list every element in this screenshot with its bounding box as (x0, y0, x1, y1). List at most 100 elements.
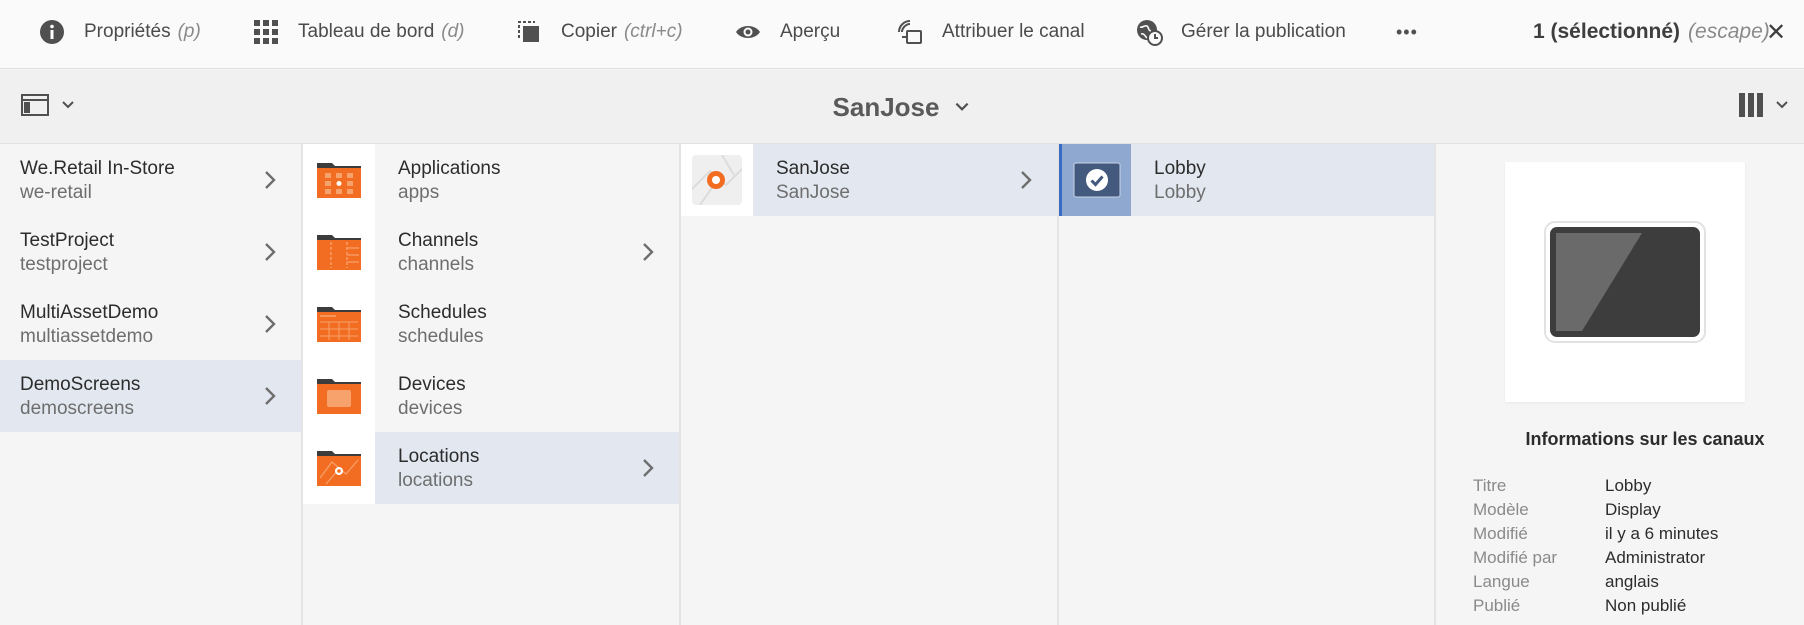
properties-button[interactable]: Propriétés (p) (38, 0, 201, 64)
grid-icon (252, 18, 280, 46)
list-item[interactable]: SanJose SanJose (681, 144, 1057, 216)
preview-button[interactable]: Aperçu (734, 0, 840, 64)
item-subtitle: demoscreens (20, 398, 135, 419)
title-bar: SanJose (0, 70, 1804, 144)
assign-channel-label: Attribuer le canal (942, 21, 1085, 42)
action-bar: Propriétés (p) Tableau de bord (d) Copie… (0, 0, 1804, 69)
property-list: Titre Lobby Modèle Display Modifié il y … (1473, 476, 1718, 620)
copy-button[interactable]: Copier (ctrl+c) (515, 0, 683, 64)
list-item[interactable]: We.Retail In-Store we-retail (0, 144, 301, 216)
channels-folder-icon (317, 235, 361, 270)
property-row: Modifié il y a 6 minutes (1473, 524, 1718, 548)
item-title: SanJose (776, 158, 850, 179)
folder-thumbnail (303, 432, 375, 504)
location-map-icon (692, 155, 742, 205)
property-key: Modèle (1473, 500, 1529, 519)
view-switcher-button[interactable] (1738, 92, 1790, 118)
item-subtitle: testproject (20, 254, 108, 275)
list-item[interactable]: MultiAssetDemo multiassetdemo (0, 288, 301, 360)
chevron-right-icon (643, 243, 654, 261)
item-title: TestProject (20, 230, 114, 251)
globe-clock-icon (1135, 18, 1163, 46)
chevron-down-icon (956, 102, 969, 111)
more-actions-button[interactable]: ••• (1396, 0, 1418, 64)
chevron-right-icon (1021, 171, 1032, 189)
property-row: Modèle Display (1473, 500, 1718, 524)
property-value: Non publié (1605, 596, 1687, 615)
page-title-text: SanJose (832, 91, 940, 122)
item-title: Locations (398, 446, 480, 467)
copy-shortcut: (ctrl+c) (623, 21, 683, 42)
properties-shortcut: (p) (177, 21, 201, 42)
copy-icon (515, 18, 543, 46)
selected-checkmark-icon (1073, 162, 1120, 198)
item-title: Schedules (398, 302, 487, 323)
chevron-down-icon (62, 101, 74, 109)
folder-thumbnail (303, 144, 375, 216)
list-item[interactable]: Devices devices (303, 360, 679, 432)
property-key: Titre (1473, 476, 1507, 495)
column-channels: Lobby Lobby (1059, 144, 1436, 625)
item-title: MultiAssetDemo (20, 302, 159, 323)
close-selection-button[interactable]: ✕ (1766, 0, 1786, 64)
copy-label: Copier (561, 21, 617, 42)
property-row: Titre Lobby (1473, 476, 1718, 500)
column-project-folders: Applications apps Channels channels Sche… (303, 144, 681, 625)
property-row: Publié Non publié (1473, 596, 1718, 620)
assign-channel-icon (896, 18, 924, 46)
assign-channel-button[interactable]: Attribuer le canal (896, 0, 1085, 64)
list-item[interactable]: Channels channels (303, 216, 679, 288)
column-view-icon (1739, 93, 1763, 117)
channel-thumbnail (1059, 144, 1131, 216)
property-value: Lobby (1605, 476, 1652, 495)
item-subtitle: locations (398, 470, 473, 491)
list-item[interactable]: Locations locations (303, 432, 679, 504)
rail-toggle-button[interactable] (20, 92, 76, 118)
info-icon (38, 18, 66, 46)
page-title[interactable]: SanJose (833, 92, 972, 123)
manage-publication-button[interactable]: Gérer la publication (1135, 0, 1346, 64)
folder-thumbnail (303, 216, 375, 288)
list-item[interactable]: DemoScreens demoscreens (0, 360, 301, 432)
property-value: il y a 6 minutes (1605, 524, 1719, 543)
location-thumbnail (681, 144, 753, 216)
list-item[interactable]: Lobby Lobby (1059, 144, 1434, 216)
item-subtitle: devices (398, 398, 463, 419)
property-key: Publié (1473, 596, 1521, 615)
panel-heading: Informations sur les canaux (1525, 429, 1765, 449)
preview-label: Aperçu (780, 21, 841, 42)
chevron-right-icon (643, 459, 654, 477)
property-value: Administrator (1605, 548, 1706, 567)
item-subtitle: channels (398, 254, 475, 275)
item-subtitle: SanJose (776, 182, 850, 203)
applications-folder-icon (317, 163, 361, 198)
folder-thumbnail (303, 360, 375, 432)
rail-icon (21, 94, 49, 116)
item-title: We.Retail In-Store (20, 158, 175, 179)
chevron-down-icon (1776, 101, 1788, 109)
selection-escape-hint: (escape) (1688, 20, 1770, 43)
column-projects: We.Retail In-Store we-retail TestProject… (0, 144, 303, 625)
list-item[interactable]: Schedules schedules (303, 288, 679, 360)
list-item[interactable]: Applications apps (303, 144, 679, 216)
item-subtitle: schedules (398, 326, 484, 347)
locations-folder-icon (317, 451, 361, 486)
property-value: Display (1605, 500, 1661, 519)
dashboard-shortcut: (d) (441, 21, 465, 42)
dashboard-button[interactable]: Tableau de bord (d) (252, 0, 465, 64)
property-key: Langue (1473, 572, 1530, 591)
chevron-right-icon (265, 171, 276, 189)
item-subtitle: multiassetdemo (20, 326, 154, 347)
property-value: anglais (1605, 572, 1659, 591)
chevron-right-icon (265, 315, 276, 333)
manage-publication-label: Gérer la publication (1181, 21, 1346, 42)
property-key: Modifié par (1473, 548, 1558, 567)
list-item[interactable]: TestProject testproject (0, 216, 301, 288)
property-key: Modifié (1473, 524, 1528, 543)
item-subtitle: apps (398, 182, 440, 203)
close-icon: ✕ (1766, 18, 1787, 46)
property-row: Modifié par Administrator (1473, 548, 1718, 572)
item-subtitle: we-retail (20, 182, 92, 203)
item-title: DemoScreens (20, 374, 141, 395)
selection-count-label: 1 (sélectionné) (1533, 20, 1681, 43)
